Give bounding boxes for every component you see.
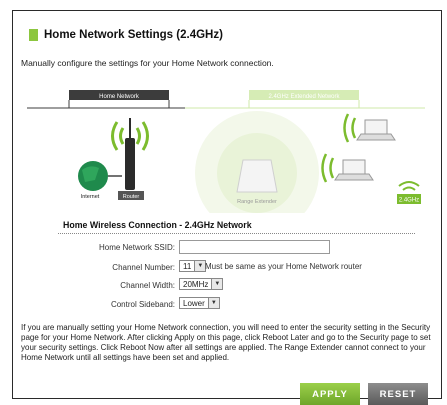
home-network-label: Home Network bbox=[99, 94, 140, 100]
channel-width-value: 20MHz bbox=[183, 279, 209, 289]
channel-width-select[interactable]: 20MHz ▼ bbox=[179, 278, 224, 290]
laptop-bottom-icon bbox=[334, 159, 374, 181]
chevron-down-icon[interactable]: ▼ bbox=[211, 279, 223, 289]
channel-width-label: Channel Width: bbox=[120, 281, 175, 290]
section-title: Home Wireless Connection - 2.4GHz Networ… bbox=[63, 220, 252, 230]
ssid-label: Home Network SSID: bbox=[98, 243, 175, 252]
control-sideband-row: Control Sideband: Lower ▼ bbox=[13, 297, 443, 313]
chevron-down-icon[interactable]: ▼ bbox=[207, 298, 219, 308]
extender-label: Range Extender bbox=[237, 199, 277, 205]
control-sideband-value: Lower bbox=[183, 298, 205, 308]
ssid-row: Home Network SSID: bbox=[13, 240, 443, 256]
laptop-top-icon bbox=[356, 119, 396, 141]
router-label: Router bbox=[123, 194, 140, 200]
range-extender-icon bbox=[236, 159, 278, 193]
extended-network-label: 2.4GHz Extended Network bbox=[268, 94, 340, 100]
channel-width-row: Channel Width: 20MHz ▼ bbox=[13, 278, 443, 294]
title-marker bbox=[29, 29, 38, 41]
router-icon bbox=[125, 138, 135, 190]
control-sideband-select[interactable]: Lower ▼ bbox=[179, 297, 220, 309]
ssid-input[interactable] bbox=[179, 240, 330, 254]
wifi-signal-icon bbox=[398, 181, 420, 191]
page-title: Home Network Settings (2.4GHz) bbox=[44, 29, 223, 41]
security-notice: If you are manually setting your Home Ne… bbox=[21, 323, 431, 362]
apply-button[interactable]: APPLY bbox=[300, 383, 360, 405]
settings-panel: Home Network Settings (2.4GHz) Manually … bbox=[12, 10, 443, 405]
section-divider bbox=[58, 233, 415, 234]
control-sideband-label: Control Sideband: bbox=[110, 300, 175, 309]
channel-hint: Must be same as your Home Network router bbox=[205, 262, 362, 271]
chevron-down-icon[interactable]: ▼ bbox=[194, 261, 206, 271]
channel-number-value: 11 bbox=[183, 261, 192, 271]
laptop-top-wifi-icon bbox=[343, 113, 357, 143]
laptop-bottom-wifi-icon bbox=[321, 153, 335, 183]
channel-number-label: Channel Number: bbox=[112, 263, 175, 272]
reset-button[interactable]: RESET bbox=[368, 383, 428, 405]
intro-text: Manually configure the settings for your… bbox=[21, 58, 274, 68]
channel-number-select[interactable]: 11 ▼ bbox=[179, 260, 207, 272]
page-header: Home Network Settings (2.4GHz) bbox=[29, 29, 223, 41]
network-diagram: Home Network 2.4GHz Extended Network Int… bbox=[27, 90, 425, 213]
internet-label: Internet bbox=[81, 194, 100, 200]
channel-number-row: Channel Number: 11 ▼ Must be same as you… bbox=[13, 260, 443, 276]
badge-label: 2.4GHz bbox=[399, 198, 419, 204]
